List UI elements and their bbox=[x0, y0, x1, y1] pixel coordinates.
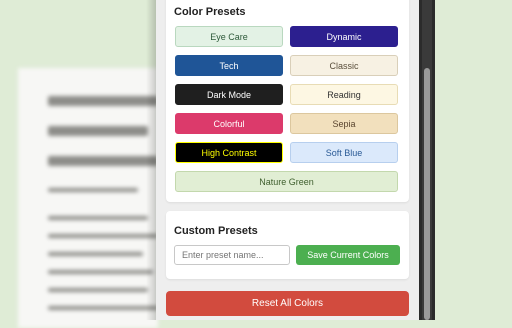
preset-reading-button[interactable]: Reading bbox=[290, 84, 398, 105]
blurred-background-page bbox=[18, 68, 158, 328]
preset-name-input[interactable] bbox=[174, 245, 290, 265]
preset-tech-button[interactable]: Tech bbox=[175, 55, 283, 76]
custom-presets-title: Custom Presets bbox=[174, 225, 258, 237]
preset-soft-blue-button[interactable]: Soft Blue bbox=[290, 142, 398, 163]
preset-dark-mode-button[interactable]: Dark Mode bbox=[175, 84, 283, 105]
preset-sepia-button[interactable]: Sepia bbox=[290, 113, 398, 134]
scrollbar-thumb[interactable] bbox=[424, 68, 430, 320]
panel-shadow bbox=[146, 0, 156, 320]
preset-colorful-button[interactable]: Colorful bbox=[175, 113, 283, 134]
preset-eye-care-button[interactable]: Eye Care bbox=[175, 26, 283, 47]
preset-high-contrast-button[interactable]: High Contrast bbox=[175, 142, 283, 163]
save-current-colors-button[interactable]: Save Current Colors bbox=[296, 245, 400, 265]
reset-all-colors-button[interactable]: Reset All Colors bbox=[166, 291, 409, 316]
preset-classic-button[interactable]: Classic bbox=[290, 55, 398, 76]
color-presets-card: Color Presets Eye Care Dynamic Tech Classic… bbox=[166, 0, 409, 202]
custom-presets-card: Custom Presets Save Current Colors bbox=[166, 211, 409, 279]
preset-dynamic-button[interactable]: Dynamic bbox=[290, 26, 398, 47]
color-presets-title: Color Presets bbox=[174, 6, 246, 18]
preset-nature-green-button[interactable]: Nature Green bbox=[175, 171, 398, 192]
